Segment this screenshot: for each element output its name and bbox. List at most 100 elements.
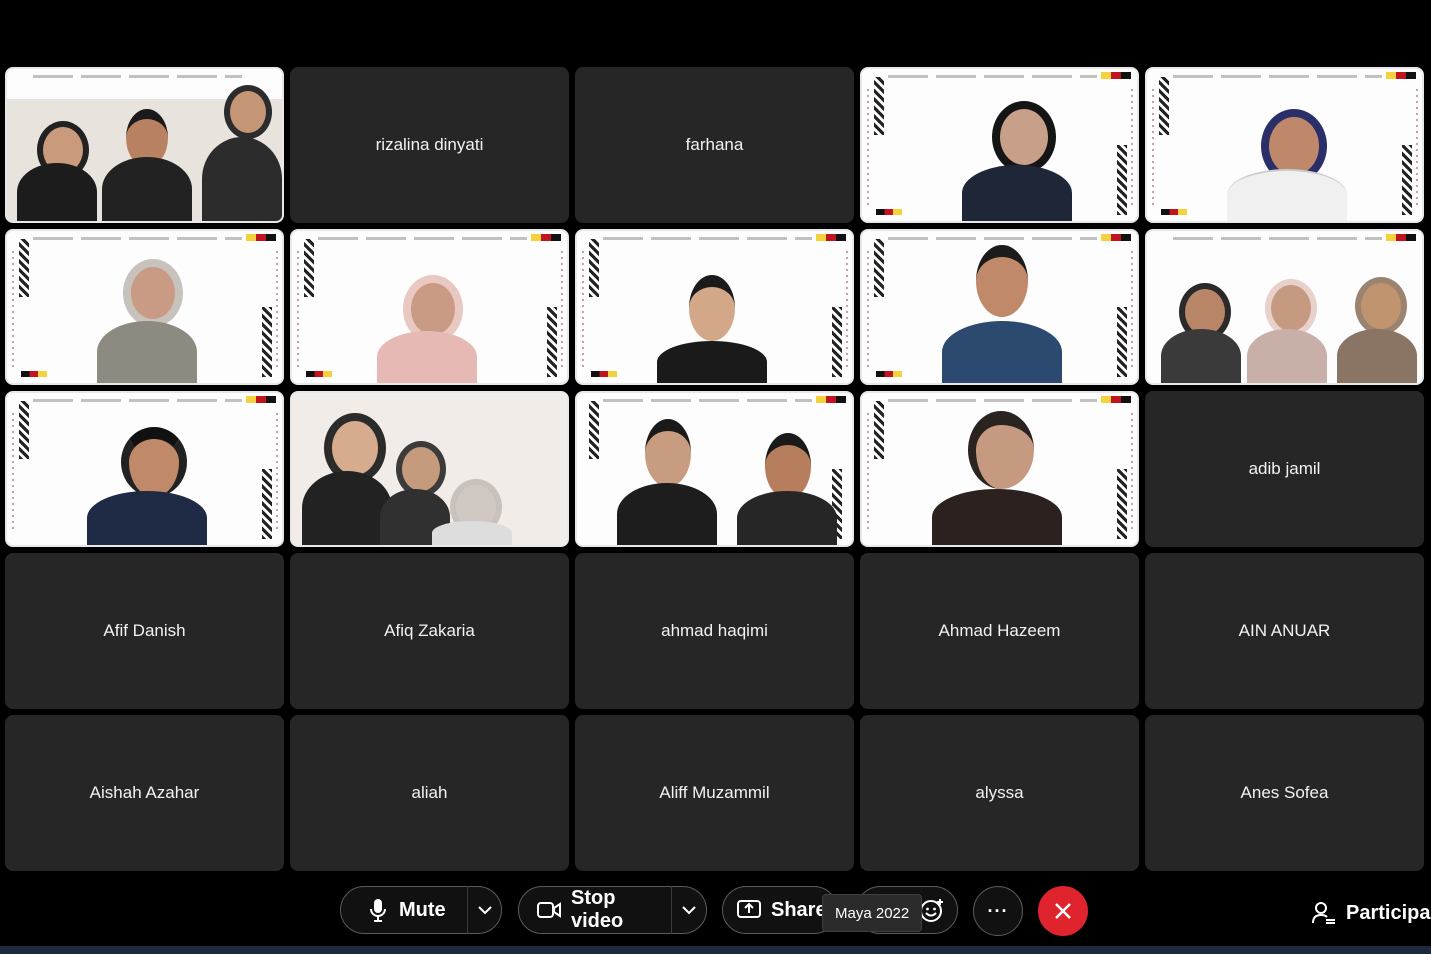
mute-label: Mute: [399, 898, 446, 921]
participant-figure: [1161, 277, 1241, 383]
background-badge: [1101, 234, 1131, 241]
background-stripes: [19, 239, 29, 297]
participant-video-tile[interactable]: [575, 391, 854, 547]
participant-name: adib jamil: [1248, 459, 1321, 478]
background-dots: [276, 413, 278, 533]
participant-video-tile[interactable]: [860, 67, 1139, 223]
participant-video-tile[interactable]: [5, 391, 284, 547]
more-options-button[interactable]: ···: [973, 886, 1023, 936]
background-dots: [867, 89, 869, 209]
background-badge: [591, 371, 617, 377]
participant-name: Aishah Azahar: [89, 783, 200, 802]
participant-figure: [377, 271, 477, 383]
participant-tile[interactable]: Afif Danish: [5, 553, 284, 709]
background-stripes: [304, 239, 314, 297]
background-badge: [1161, 209, 1187, 215]
background-badge: [1386, 72, 1416, 79]
participant-tile[interactable]: Anes Sofea: [1145, 715, 1424, 871]
more-icon: ···: [987, 900, 1009, 921]
participant-video-tile[interactable]: [290, 229, 569, 385]
background-dots: [1416, 89, 1418, 209]
background-banner: [603, 399, 812, 402]
participant-tile[interactable]: alyssa: [860, 715, 1139, 871]
background-stripes: [874, 77, 884, 135]
participants-button[interactable]: Participan: [1312, 898, 1431, 928]
participant-name: AIN ANUAR: [1238, 621, 1331, 640]
participant-video-tile[interactable]: [1145, 229, 1424, 385]
participant-tile[interactable]: farhana: [575, 67, 854, 223]
participant-video-tile[interactable]: [290, 391, 569, 547]
background-banner: [1173, 75, 1382, 78]
background-stripes: [262, 469, 272, 539]
participant-video-tile[interactable]: [575, 229, 854, 385]
background-badge: [1101, 72, 1131, 79]
participant-figure: [87, 421, 207, 545]
participant-figure: [1227, 103, 1347, 221]
participant-figure: [17, 111, 97, 221]
background-badge: [816, 396, 846, 403]
participant-figure: [1247, 273, 1327, 383]
background-dots: [1131, 89, 1133, 209]
background-badge: [876, 371, 902, 377]
participant-video-tile[interactable]: [5, 229, 284, 385]
background-stripes: [874, 401, 884, 459]
background-dots: [867, 413, 869, 533]
background-stripes: [1117, 307, 1127, 377]
participant-figure: [657, 271, 767, 383]
stop-video-button[interactable]: Stop video: [519, 887, 671, 933]
participant-tile[interactable]: adib jamil: [1145, 391, 1424, 547]
taskbar-edge: [0, 946, 1431, 954]
participant-figure: [942, 237, 1062, 383]
background-banner: [318, 237, 527, 240]
background-dots: [1152, 89, 1154, 209]
background-badge: [246, 234, 276, 241]
background-banner: [1173, 237, 1382, 240]
participant-name: Afif Danish: [103, 621, 186, 640]
background-stripes: [547, 307, 557, 377]
participant-tile[interactable]: Aliff Muzammil: [575, 715, 854, 871]
background-dots: [1131, 413, 1133, 533]
microphone-icon: [369, 898, 387, 922]
participant-figure: [737, 427, 837, 545]
background-stripes: [1159, 77, 1169, 135]
participants-label: Participan: [1346, 901, 1431, 924]
background-dots: [846, 251, 848, 371]
participant-video-tile[interactable]: [860, 391, 1139, 547]
reactions-icon: [919, 897, 945, 923]
participant-tile[interactable]: aliah: [290, 715, 569, 871]
participant-figure: [202, 71, 282, 221]
participant-tile[interactable]: rizalina dinyati: [290, 67, 569, 223]
share-button[interactable]: Share: [722, 886, 838, 934]
end-call-button[interactable]: [1038, 886, 1088, 936]
background-stripes: [1402, 145, 1412, 215]
mute-button-group: Mute: [340, 886, 502, 934]
video-camera-icon: [537, 901, 561, 919]
background-badge: [306, 371, 332, 377]
background-dots: [12, 251, 14, 371]
participant-video-tile[interactable]: [860, 229, 1139, 385]
participant-name: rizalina dinyati: [375, 135, 484, 154]
background-badge: [1101, 396, 1131, 403]
participant-video-tile[interactable]: [1145, 67, 1424, 223]
participant-name: Aliff Muzammil: [659, 783, 770, 802]
background-stripes: [589, 401, 599, 459]
participant-tile[interactable]: ahmad haqimi: [575, 553, 854, 709]
participant-tile[interactable]: Aishah Azahar: [5, 715, 284, 871]
chevron-down-icon[interactable]: [672, 905, 706, 915]
background-dots: [276, 251, 278, 371]
background-dots: [561, 251, 563, 371]
participant-name: alyssa: [975, 783, 1024, 802]
participant-tile[interactable]: Afiq Zakaria: [290, 553, 569, 709]
participant-tile[interactable]: AIN ANUAR: [1145, 553, 1424, 709]
mute-button[interactable]: Mute: [341, 898, 467, 922]
background-banner: [888, 399, 1097, 402]
background-stripes: [832, 307, 842, 377]
participant-video-tile[interactable]: [5, 67, 284, 223]
background-badge: [1386, 234, 1416, 241]
participant-tile[interactable]: Ahmad Hazeem: [860, 553, 1139, 709]
chevron-down-icon[interactable]: [468, 905, 501, 915]
background-badge: [246, 396, 276, 403]
participant-name: Ahmad Hazeem: [938, 621, 1061, 640]
participant-figure: [432, 479, 512, 545]
participant-figure: [617, 413, 717, 545]
